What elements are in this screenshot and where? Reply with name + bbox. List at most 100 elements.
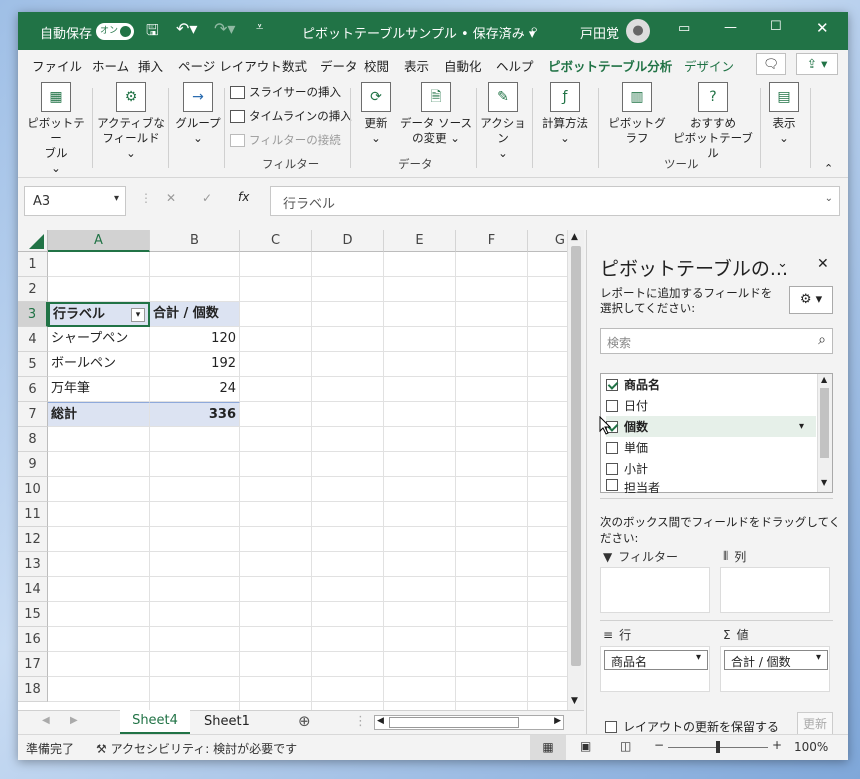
rows-field-chip[interactable]: 商品名: [604, 650, 708, 670]
defer-update-checkbox[interactable]: [605, 720, 617, 733]
row-header[interactable]: 17: [18, 652, 48, 677]
formula-input[interactable]: 行ラベル ⌄: [270, 186, 840, 216]
row-header[interactable]: 5: [18, 352, 48, 377]
active-field-button[interactable]: ⚙ アクティブな フィールド ⌄: [96, 82, 166, 161]
tab-home[interactable]: ホーム: [92, 56, 129, 75]
filter-dropdown-icon[interactable]: ▾: [131, 308, 145, 322]
field-item[interactable]: 単価: [606, 437, 816, 458]
tab-automate[interactable]: 自動化: [444, 56, 482, 75]
calculations-button[interactable]: ƒ 計算方法 ⌄: [536, 82, 594, 146]
collapse-ribbon-icon[interactable]: ⌃: [824, 162, 833, 175]
close-icon[interactable]: ✕: [816, 19, 829, 37]
page-break-view-icon[interactable]: ◫: [620, 739, 631, 753]
tab-view[interactable]: 表示: [404, 56, 429, 75]
column-header[interactable]: A: [48, 230, 150, 252]
select-all-corner[interactable]: [18, 230, 48, 252]
scroll-up-icon[interactable]: ▲: [571, 232, 578, 242]
tab-insert[interactable]: 挿入: [138, 56, 163, 75]
zoom-slider-thumb[interactable]: [716, 741, 720, 753]
minimize-icon[interactable]: —: [724, 20, 737, 35]
pane-close-icon[interactable]: ✕: [817, 256, 829, 272]
zoom-out-icon[interactable]: −: [654, 738, 664, 752]
show-button[interactable]: ▤ 表示 ⌄: [762, 82, 806, 146]
field-item[interactable]: 小計: [606, 458, 816, 479]
document-title[interactable]: ピボットテーブルサンプル • 保存済み ▾: [302, 23, 535, 42]
pivot-chart-button[interactable]: ▥ ピボットグラフ: [604, 82, 670, 146]
row-header[interactable]: 18: [18, 677, 48, 702]
field-dropdown-icon[interactable]: ▾: [799, 421, 804, 432]
pivot-grand-total-label[interactable]: 総計: [48, 402, 150, 427]
avatar[interactable]: ●: [626, 19, 650, 43]
zoom-level[interactable]: 100%: [794, 740, 828, 754]
row-header[interactable]: 7: [18, 402, 48, 427]
ribbon-display-icon[interactable]: ▭: [678, 21, 690, 36]
customize-qat-icon[interactable]: ⩡: [256, 20, 263, 35]
field-checkbox[interactable]: [606, 441, 618, 454]
field-checkbox[interactable]: [606, 378, 618, 391]
pivot-grand-total-value[interactable]: 336: [150, 402, 240, 427]
tab-page-layout[interactable]: ページ レイアウト: [178, 56, 282, 75]
recommended-pivot-button[interactable]: ? おすすめ ピボットテーブル: [668, 82, 758, 161]
row-header[interactable]: 15: [18, 602, 48, 627]
accessibility-status[interactable]: ⚒ アクセシビリティ: 検討が必要です: [96, 740, 297, 757]
row-header[interactable]: 13: [18, 552, 48, 577]
tab-review[interactable]: 校閲: [364, 56, 389, 75]
tab-pivot-analyze[interactable]: ピボットテーブル分析: [548, 56, 673, 81]
row-header[interactable]: 4: [18, 327, 48, 352]
pivot-value-header[interactable]: 合計 / 個数: [150, 302, 240, 327]
defer-update-option[interactable]: レイアウトの更新を保留する: [605, 718, 779, 735]
name-box[interactable]: A3 ▾: [24, 186, 126, 216]
field-item[interactable]: 担当者: [606, 479, 816, 493]
filter-connections-button[interactable]: フィルターの接続: [230, 132, 341, 148]
values-drop-zone[interactable]: 合計 / 個数: [720, 646, 830, 692]
field-item[interactable]: 商品名: [606, 374, 816, 395]
tab-file[interactable]: ファイル: [32, 56, 82, 75]
normal-view-icon[interactable]: ▦: [530, 735, 566, 760]
field-search-input[interactable]: 検索 ⌕: [600, 328, 833, 354]
pane-settings-gear-icon[interactable]: ⚙ ▾: [789, 286, 833, 314]
column-header[interactable]: D: [312, 230, 384, 252]
field-checkbox[interactable]: [606, 399, 618, 412]
row-header[interactable]: 1: [18, 252, 48, 277]
sheet-tab-active[interactable]: Sheet4: [120, 710, 190, 734]
sheet-tab[interactable]: Sheet1: [204, 714, 250, 729]
row-header[interactable]: 14: [18, 577, 48, 602]
maximize-icon[interactable]: ☐: [770, 19, 782, 34]
filter-drop-zone[interactable]: [600, 567, 710, 613]
row-header[interactable]: 8: [18, 427, 48, 452]
row-header[interactable]: 10: [18, 477, 48, 502]
undo-icon[interactable]: ↶▾: [176, 19, 197, 38]
pivot-table-button[interactable]: ▦ ピボットテー ブル ⌄: [24, 82, 88, 176]
pivot-row-label[interactable]: シャープペン: [48, 327, 150, 352]
rows-drop-zone[interactable]: 商品名: [600, 646, 710, 692]
row-header[interactable]: 12: [18, 527, 48, 552]
field-checkbox[interactable]: [606, 462, 618, 475]
tab-help[interactable]: ヘルプ: [496, 56, 534, 75]
column-header[interactable]: E: [384, 230, 456, 252]
row-header[interactable]: 3: [18, 302, 48, 327]
change-data-source-button[interactable]: 🗎 データ ソース の変更 ⌄: [398, 82, 474, 146]
pivot-row-value[interactable]: 192: [150, 352, 240, 377]
save-icon[interactable]: 🖫: [146, 20, 159, 45]
update-button[interactable]: 更新: [797, 712, 833, 736]
zoom-in-icon[interactable]: +: [772, 738, 782, 752]
column-header[interactable]: B: [150, 230, 240, 252]
column-header[interactable]: G: [528, 230, 568, 252]
column-header[interactable]: C: [240, 230, 312, 252]
prev-sheet-icon[interactable]: ◀: [42, 715, 50, 726]
pivot-row-value[interactable]: 24: [150, 377, 240, 402]
share-icon[interactable]: ⇪ ▾: [796, 53, 838, 75]
row-header[interactable]: 16: [18, 627, 48, 652]
row-header[interactable]: 2: [18, 277, 48, 302]
scroll-right-icon[interactable]: ▶: [554, 716, 561, 726]
pivot-row-value[interactable]: 120: [150, 327, 240, 352]
worksheet-grid[interactable]: A B C D E F G 1 2 3 4 5 6 7 8 9 10 11 12…: [18, 230, 584, 710]
horizontal-scrollbar[interactable]: ◀ ▶: [374, 715, 564, 730]
add-sheet-icon[interactable]: ⊕: [298, 712, 311, 730]
tab-data[interactable]: データ: [320, 56, 358, 75]
row-header[interactable]: 11: [18, 502, 48, 527]
columns-drop-zone[interactable]: [720, 567, 830, 613]
insert-slicer-button[interactable]: スライサーの挿入: [230, 84, 341, 100]
column-header[interactable]: F: [456, 230, 528, 252]
pivot-row-label[interactable]: ボールペン: [48, 352, 150, 377]
